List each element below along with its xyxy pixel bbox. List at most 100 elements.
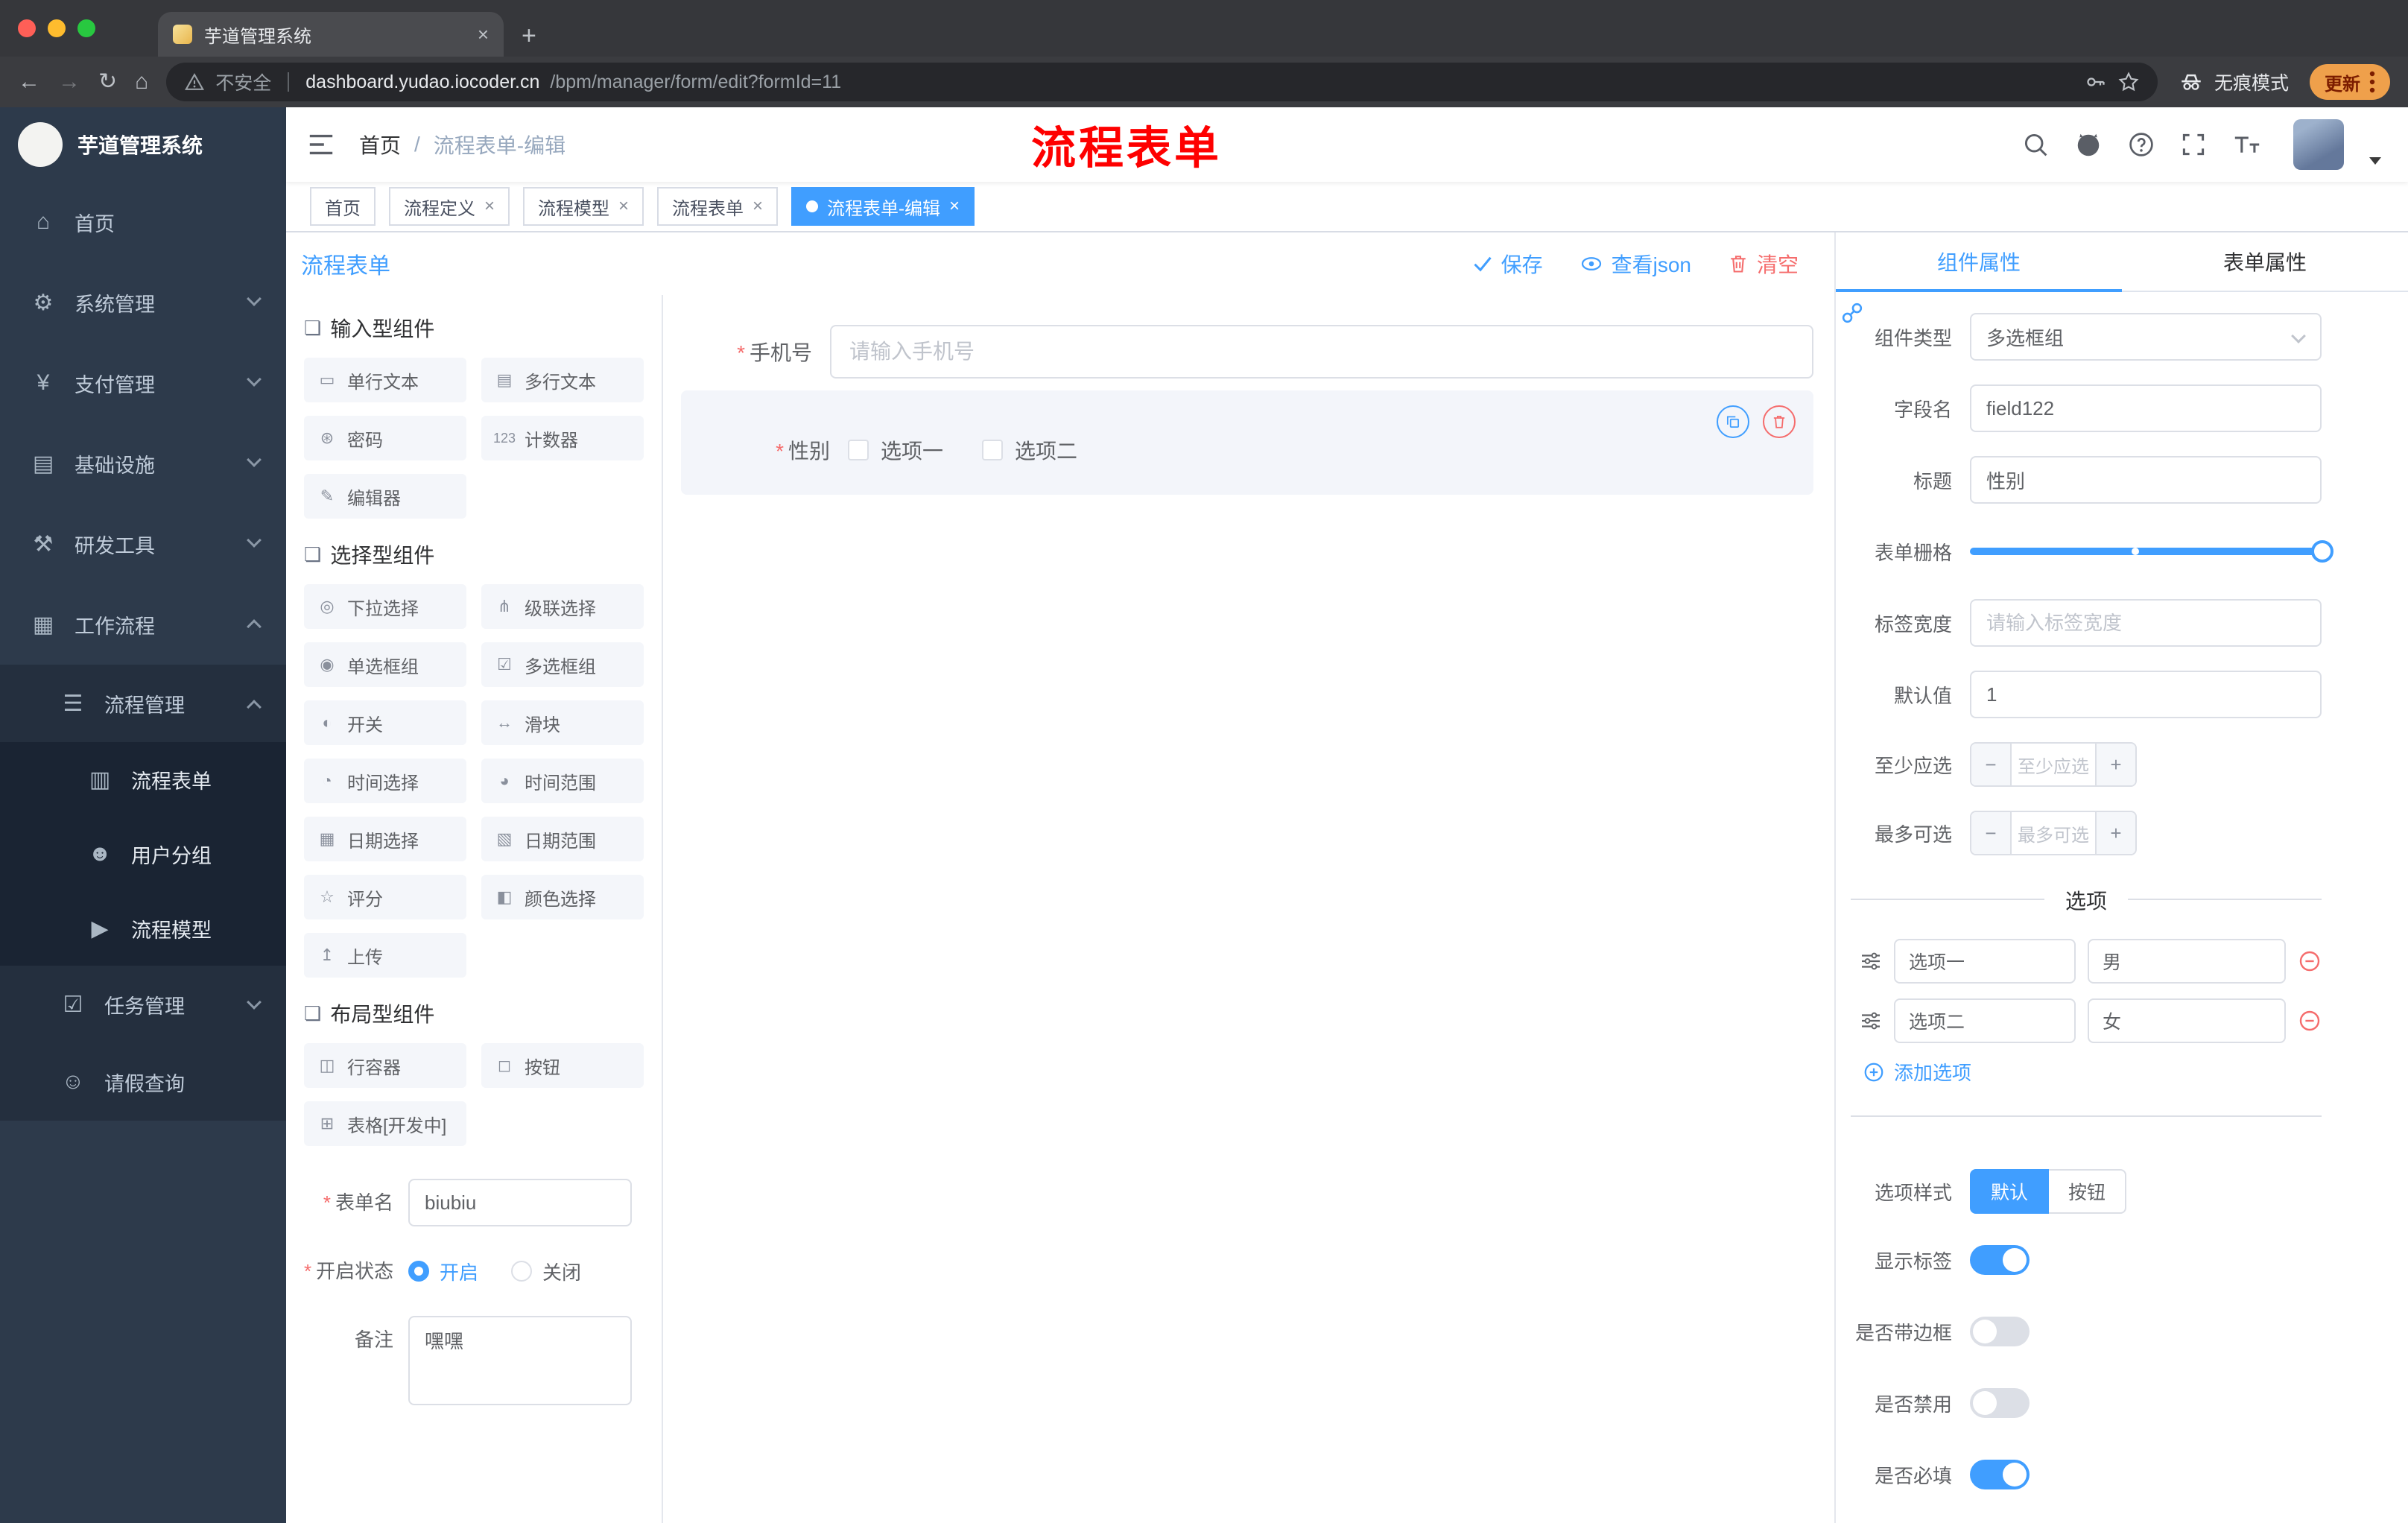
sidebar-item-system[interactable]: ⚙ 系统管理 [0,262,286,343]
label-width-input[interactable] [1970,599,2322,647]
password-key-icon[interactable] [2085,71,2107,93]
sidebar-item-home[interactable]: ⌂ 首页 [0,182,286,262]
save-button[interactable]: 保存 [1471,249,1543,279]
tab-form-props[interactable]: 表单属性 [2122,232,2408,291]
stepper-plus-button[interactable]: + [2097,744,2135,785]
chip-rate[interactable]: ☆ 评分 [304,875,466,919]
sidebar-item-payment[interactable]: ¥ 支付管理 [0,343,286,423]
sidebar-item-user-group[interactable]: ☻ 用户分组 [0,817,286,891]
tag-close-icon[interactable]: × [949,196,960,217]
chip-password[interactable]: ⊛ 密码 [304,416,466,460]
required-switch[interactable] [1970,1460,2030,1489]
chip-switch[interactable]: ◐ 开关 [304,700,466,745]
tab-close-icon[interactable]: × [478,23,489,46]
github-icon[interactable] [2074,130,2103,159]
chip-single-line-text[interactable]: ▭ 单行文本 [304,358,466,402]
sidebar-item-infrastructure[interactable]: ▤ 基础设施 [0,423,286,504]
stepper-minus-button[interactable]: − [1971,744,2010,785]
canvas-field-gender-selected[interactable]: * 性别 选项一 选项二 [681,390,1813,495]
chip-upload[interactable]: ↥ 上传 [304,933,466,978]
help-icon[interactable] [2128,131,2155,158]
phone-input[interactable] [830,325,1813,379]
chip-date-picker[interactable]: ▦ 日期选择 [304,817,466,861]
bookmark-star-icon[interactable] [2117,71,2140,93]
drag-handle-icon[interactable] [1860,950,1882,972]
sidebar-item-process-management[interactable]: ☰ 流程管理 [0,665,286,742]
option-value-input[interactable] [2088,998,2286,1043]
home-icon[interactable]: ⌂ [135,71,148,93]
min-select-stepper[interactable]: − 至少应选 + [1970,742,2137,787]
style-button-button[interactable]: 按钮 [2049,1169,2127,1214]
browser-tab[interactable]: 芋道管理系统 × [158,12,504,57]
style-default-button[interactable]: 默认 [1970,1169,2050,1214]
remove-option-button[interactable] [2298,1009,2322,1033]
chip-time-range[interactable]: ◕ 时间范围 [481,759,644,803]
sidebar-item-workflow[interactable]: ▦ 工作流程 [0,584,286,665]
remove-option-button[interactable] [2298,949,2322,973]
maximize-window-button[interactable] [77,19,95,37]
gender-option2-checkbox[interactable]: 选项二 [982,435,1077,465]
border-switch[interactable] [1970,1317,2030,1346]
tag-home[interactable]: 首页 [310,187,376,226]
disabled-switch[interactable] [1970,1388,2030,1418]
gender-option1-checkbox[interactable]: 选项一 [848,435,943,465]
chip-editor[interactable]: ✎ 编辑器 [304,474,466,519]
chip-button[interactable]: ◻ 按钮 [481,1043,644,1088]
chip-checkbox-group[interactable]: ☑ 多选框组 [481,642,644,687]
chip-table[interactable]: ⊞ 表格[开发中] [304,1101,466,1146]
security-label[interactable]: 不安全 [215,69,271,95]
link-icon[interactable] [1840,301,1864,331]
font-size-icon[interactable] [2232,131,2262,158]
status-on-radio[interactable]: 开启 [408,1258,478,1285]
chip-textarea[interactable]: ▤ 多行文本 [481,358,644,402]
min-select-input[interactable]: 至少应选 [2010,744,2097,785]
reload-icon[interactable]: ↻ [98,71,117,93]
title-input[interactable] [1970,456,2322,504]
tag-process-form[interactable]: 流程表单 × [657,187,779,226]
max-select-input[interactable]: 最多可选 [2010,812,2097,854]
sidebar-item-process-model[interactable]: ▶ 流程模型 [0,891,286,966]
sidebar-item-devtools[interactable]: ⚒ 研发工具 [0,504,286,584]
slider-track[interactable] [1970,540,2333,563]
chip-date-range[interactable]: ▧ 日期范围 [481,817,644,861]
tag-process-definition[interactable]: 流程定义 × [389,187,510,226]
sidebar-item-task-management[interactable]: ☑ 任务管理 [0,966,286,1043]
form-name-input[interactable] [408,1179,632,1226]
breadcrumb-home[interactable]: 首页 [359,130,401,159]
chip-select[interactable]: ◎ 下拉选择 [304,584,466,629]
max-select-stepper[interactable]: − 最多可选 + [1970,811,2137,855]
tag-close-icon[interactable]: × [618,196,629,217]
chip-counter[interactable]: 123 计数器 [481,416,644,460]
chip-row-container[interactable]: ◫ 行容器 [304,1043,466,1088]
menu-dots-icon[interactable] [2369,70,2375,94]
canvas-field-phone[interactable]: * 手机号 [681,325,1813,379]
view-json-button[interactable]: 查看json [1579,249,1691,279]
close-window-button[interactable] [18,19,36,37]
sidebar-item-leave-query[interactable]: ☺ 请假查询 [0,1043,286,1121]
tab-component-props[interactable]: 组件属性 [1836,232,2122,292]
fullscreen-icon[interactable] [2180,131,2207,158]
chip-slider[interactable]: ↔ 滑块 [481,700,644,745]
add-option-button[interactable]: 添加选项 [1851,1058,2322,1086]
grid-slider[interactable] [1970,528,2333,575]
option-value-input[interactable] [2088,939,2286,984]
tag-close-icon[interactable]: × [752,196,763,217]
form-canvas[interactable]: * 手机号 请输入手机号 * 性别 选项一 选项二 [663,295,1834,1523]
search-icon[interactable] [2022,131,2049,158]
tag-process-model[interactable]: 流程模型 × [523,187,644,226]
field-name-input[interactable] [1970,384,2322,432]
option-label-input[interactable] [1894,998,2076,1043]
copy-widget-button[interactable] [1717,405,1749,438]
forward-icon[interactable]: → [58,71,80,93]
stepper-minus-button[interactable]: − [1971,812,2010,854]
chip-color-picker[interactable]: ◧ 颜色选择 [481,875,644,919]
default-value-input[interactable] [1970,671,2322,718]
clear-button[interactable]: 清空 [1727,249,1799,279]
option-label-input[interactable] [1894,939,2076,984]
tag-process-form-edit[interactable]: 流程表单-编辑 × [791,187,975,226]
status-off-radio[interactable]: 关闭 [511,1258,581,1285]
address-bar[interactable]: 不安全 dashboard.yudao.iocoder.cn/bpm/manag… [166,63,2158,101]
remark-textarea[interactable]: 嘿嘿 [408,1316,632,1405]
browser-update-button[interactable]: 更新 [2310,64,2390,100]
show-label-switch[interactable] [1970,1245,2030,1275]
